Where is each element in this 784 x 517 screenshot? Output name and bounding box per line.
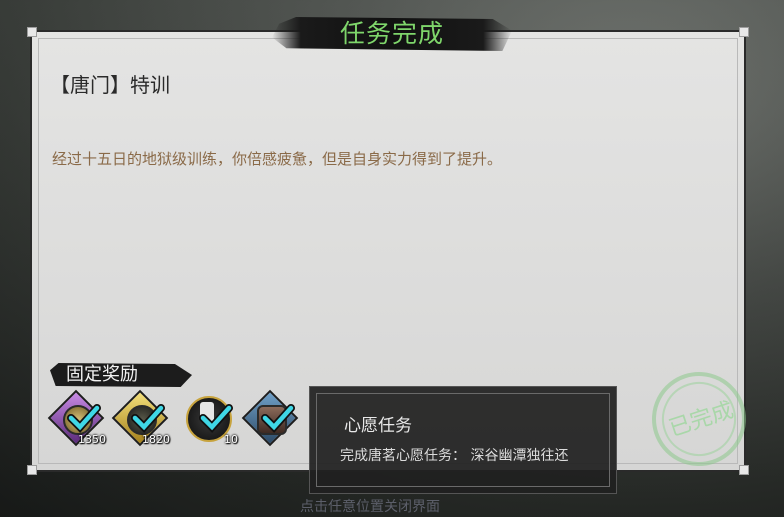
- tooltip-description: 完成唐茗心愿任务： 深谷幽潭独往还: [340, 448, 569, 464]
- quest-title: 【唐门】特训: [50, 73, 170, 97]
- panel-corner-ornament: [27, 465, 37, 475]
- reward-tooltip: 心愿任务 完成唐茗心愿任务： 深谷幽潭独往还: [309, 386, 617, 494]
- item-count: 1350: [78, 433, 106, 446]
- reward-item[interactable]: 1350: [47, 389, 106, 447]
- claimed-check-icon: [261, 404, 295, 433]
- item-count: 10: [224, 433, 238, 446]
- panel-corner-ornament: [739, 465, 749, 475]
- close-hint[interactable]: 点击任意位置关闭界面: [300, 496, 440, 516]
- panel-corner-ornament: [27, 27, 37, 37]
- reward-label: 固定奖励: [66, 364, 138, 385]
- item-count: 1820: [142, 433, 170, 446]
- claimed-check-icon: [199, 404, 233, 433]
- tooltip-title: 心愿任务: [344, 416, 412, 436]
- reward-item[interactable]: [241, 389, 299, 447]
- claimed-check-icon: [131, 404, 165, 433]
- quest-description: 经过十五日的地狱级训练，你倍感疲惫，但是自身实力得到了提升。: [52, 150, 503, 168]
- tooltip-inner-border: [316, 393, 610, 487]
- panel-title: 任务完成: [339, 19, 444, 48]
- reward-item[interactable]: 10: [184, 394, 238, 446]
- reward-item[interactable]: 1820: [111, 389, 170, 447]
- claimed-check-icon: [67, 404, 101, 433]
- panel-corner-ornament: [739, 27, 749, 37]
